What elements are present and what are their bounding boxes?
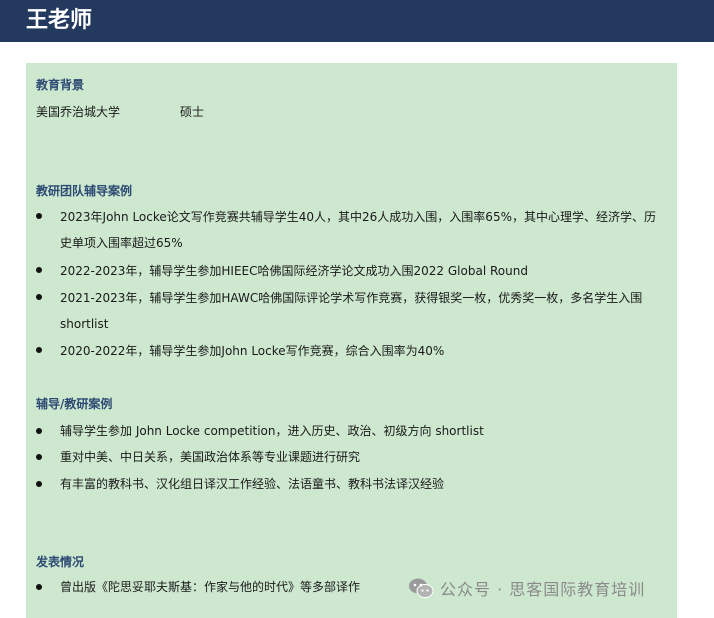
bullet-icon [36, 347, 42, 353]
teacher-name: 王老师 [26, 8, 93, 33]
bullet-icon [36, 294, 42, 300]
team-case-item: 2022-2023年，辅导学生参加HIEEC哈佛国际经济学论文成功入围2022 … [60, 264, 528, 278]
bullet-icon [36, 267, 42, 273]
bullet-icon [36, 584, 42, 590]
tutoring-case-item: 辅导学生参加 John Locke competition，进入历史、政治、初级… [60, 424, 484, 438]
education-heading: 教育背景 [36, 78, 85, 92]
bullet-icon [36, 213, 42, 219]
education-degree: 硕士 [180, 105, 205, 119]
publication-item: 曾出版《陀思妥耶夫斯基：作家与他的时代》等多部译作 [60, 580, 361, 594]
team-case-item: 2021-2023年，辅导学生参加HAWC哈佛国际评论学术写作竞赛，获得银奖一枚… [60, 291, 643, 331]
watermark: 公众号 · 思客国际教育培训 [408, 576, 645, 600]
bullet-icon [36, 454, 42, 460]
tutoring-case-item: 有丰富的教科书、汉化组日译汉工作经验、法语童书、教科书法译汉经验 [60, 477, 445, 491]
bullet-icon [36, 428, 42, 434]
wechat-icon [409, 578, 434, 598]
header-bar: 王老师 [0, 0, 714, 42]
team-case-item: 2020-2022年，辅导学生参加John Locke写作竞赛，综合入围率为40… [60, 344, 445, 358]
team-case-item: 2023年John Locke论文写作竞赛共辅导学生40人，其中26人成功入围，… [60, 210, 656, 250]
publications-heading: 发表情况 [36, 555, 85, 569]
tutoring-cases-heading: 辅导/教研案例 [36, 397, 113, 411]
education-school: 美国乔治城大学 [36, 105, 121, 119]
bullet-icon [36, 481, 42, 487]
tutoring-case-item: 重对中美、中日关系，美国政治体系等专业课题进行研究 [60, 450, 361, 464]
watermark-text: 公众号 · 思客国际教育培训 [440, 580, 646, 599]
team-cases-heading: 教研团队辅导案例 [36, 184, 133, 198]
